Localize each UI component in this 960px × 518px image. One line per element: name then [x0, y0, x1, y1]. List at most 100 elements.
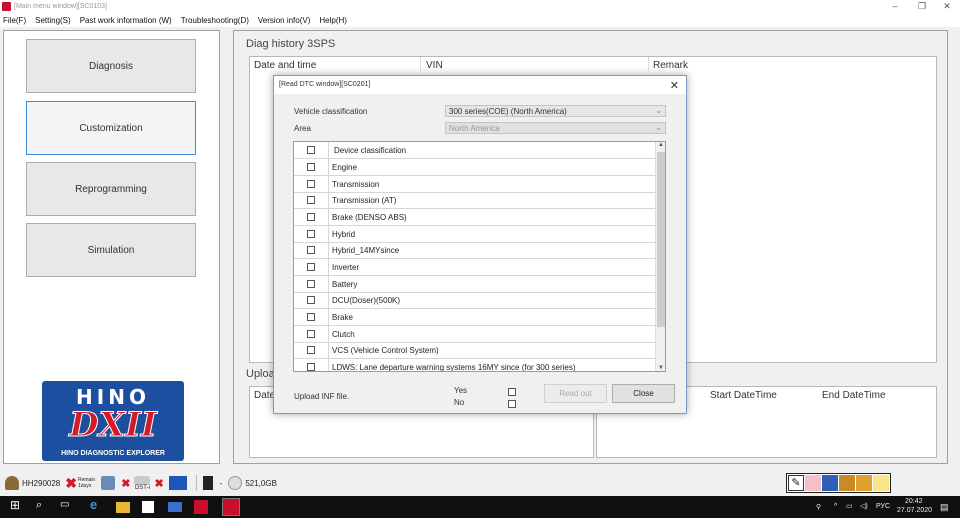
- sd-card-status: -: [219, 478, 223, 488]
- list-item[interactable]: Hybrid: [294, 226, 657, 243]
- menu-troubleshooting[interactable]: Troubleshooting(D): [181, 16, 249, 25]
- list-item[interactable]: Transmission: [294, 176, 657, 193]
- person-icon[interactable]: ⚲: [816, 503, 821, 511]
- device-checkbox[interactable]: [307, 346, 315, 354]
- eraser-tool-icon[interactable]: [805, 475, 821, 491]
- customization-button[interactable]: Customization: [26, 101, 196, 155]
- device-checkbox[interactable]: [307, 363, 315, 371]
- list-item[interactable]: Engine: [294, 159, 657, 176]
- pen-tool-icon[interactable]: ✎: [788, 475, 804, 491]
- yes-checkbox[interactable]: [508, 388, 516, 396]
- device-checkbox[interactable]: [307, 263, 315, 271]
- task-view-icon[interactable]: ▭: [60, 499, 76, 515]
- read-out-button[interactable]: Read out: [544, 384, 607, 403]
- vehicle-classification-select[interactable]: 300 series(COE) (North America) ⌄: [445, 105, 666, 117]
- tool-4-icon[interactable]: [839, 475, 855, 491]
- device-label: LDWS: Lane departure warning systems 16M…: [332, 363, 576, 372]
- minimize-button[interactable]: –: [880, 0, 910, 13]
- scroll-down-icon[interactable]: ▼: [656, 365, 665, 371]
- device-checkbox[interactable]: [307, 330, 315, 338]
- list-item[interactable]: Brake: [294, 309, 657, 326]
- device-checkbox[interactable]: [307, 163, 315, 171]
- device-checkbox[interactable]: [307, 313, 315, 321]
- history-title: Diag history 3SPS: [246, 38, 336, 50]
- notifications-icon[interactable]: ▤: [940, 502, 949, 513]
- windows-start-icon[interactable]: ⊞: [10, 498, 26, 514]
- menu-version-info[interactable]: Version info(V): [258, 16, 310, 25]
- edge-icon[interactable]: e: [90, 497, 106, 513]
- device-checkbox[interactable]: [307, 230, 315, 238]
- language-indicator[interactable]: РУС: [876, 503, 890, 510]
- list-item[interactable]: VCS (Vehicle Control System): [294, 342, 657, 359]
- list-item[interactable]: Clutch: [294, 326, 657, 343]
- list-item[interactable]: Inverter: [294, 259, 657, 276]
- list-item[interactable]: Brake (DENSO ABS): [294, 209, 657, 226]
- close-button[interactable]: Close: [612, 384, 675, 403]
- list-header-row: Device classification: [294, 142, 657, 159]
- yes-label: Yes: [454, 386, 468, 395]
- list-scrollbar[interactable]: ▲ ▼: [655, 142, 665, 371]
- device-label: Brake: [332, 313, 353, 322]
- col-end-datetime: End DateTime: [822, 390, 886, 401]
- close-window-button[interactable]: ✕: [932, 0, 960, 13]
- area-value: North America: [449, 124, 500, 133]
- upload-inf-label: Upload INF file.: [294, 392, 350, 401]
- scroll-up-icon[interactable]: ▲: [656, 142, 665, 148]
- mail-icon[interactable]: [168, 502, 182, 512]
- menu-bar: File(F) Setting(S) Past work information…: [0, 13, 960, 27]
- clock-time[interactable]: 20:42: [905, 498, 923, 505]
- area-select[interactable]: North America ⌄: [445, 122, 666, 134]
- store-icon[interactable]: [142, 501, 154, 513]
- clock-date[interactable]: 27.07.2020: [897, 507, 932, 514]
- chevron-down-icon: ⌄: [655, 123, 662, 132]
- tray-chevron-icon[interactable]: ^: [834, 503, 837, 510]
- device-checkbox[interactable]: [307, 180, 315, 188]
- col-upload-date: Date: [254, 390, 276, 401]
- device-label: Transmission: [332, 180, 380, 189]
- vehicle-classification-value: 300 series(COE) (North America): [449, 107, 567, 116]
- device-label: VCS (Vehicle Control System): [332, 346, 439, 355]
- search-icon[interactable]: ⌕: [36, 499, 52, 515]
- device-label: Inverter: [332, 263, 360, 272]
- volume-icon[interactable]: ◁): [860, 502, 868, 510]
- remain-x-icon: ✖: [65, 474, 77, 491]
- dialog-close-icon[interactable]: ✕: [670, 79, 679, 92]
- simulation-button[interactable]: Simulation: [26, 223, 196, 277]
- dx2-app-active-icon[interactable]: [222, 498, 240, 516]
- scrollbar-thumb[interactable]: [657, 152, 665, 327]
- menu-past-work[interactable]: Past work information (W): [80, 16, 172, 25]
- list-item[interactable]: Battery: [294, 276, 657, 293]
- reprogramming-button[interactable]: Reprogramming: [26, 162, 196, 216]
- list-item[interactable]: DCU(Doser)(500K): [294, 292, 657, 309]
- note-tool-icon[interactable]: [873, 475, 889, 491]
- logo-product: DXII: [69, 405, 158, 446]
- list-item[interactable]: LDWS: Lane departure warning systems 16M…: [294, 359, 657, 372]
- device-checkbox[interactable]: [307, 246, 315, 254]
- no-checkbox[interactable]: [508, 400, 516, 408]
- device-checkbox[interactable]: [307, 280, 315, 288]
- read-dtc-dialog: [Read DTC window][SC0201] ✕ Vehicle clas…: [273, 75, 687, 414]
- status-bar: HH290028 ✖ Remain 1days ✖ DST-i ✖ - 521,…: [0, 470, 960, 496]
- device-checkbox[interactable]: [307, 196, 315, 204]
- device-classification-list[interactable]: Device classification Engine Transmissio…: [293, 141, 666, 372]
- device-checkbox[interactable]: [307, 213, 315, 221]
- col-date-time: Date and time: [254, 60, 317, 71]
- save-tool-icon[interactable]: [822, 475, 838, 491]
- hino-dx2-logo: HINO DXII HINO DIAGNOSTIC EXPLORER: [42, 381, 184, 461]
- menu-file[interactable]: File(F): [3, 16, 26, 25]
- device-classification-header: Device classification: [334, 146, 407, 155]
- dst-label: DST-i: [134, 484, 150, 491]
- menu-help[interactable]: Help(H): [319, 16, 347, 25]
- device-checkbox[interactable]: [307, 296, 315, 304]
- disconnect-x-icon: ✖: [121, 477, 131, 490]
- tool-5-icon[interactable]: [856, 475, 872, 491]
- menu-setting[interactable]: Setting(S): [35, 16, 71, 25]
- list-item[interactable]: Hybrid_14MYsince: [294, 242, 657, 259]
- dx2-app-icon[interactable]: [194, 500, 208, 514]
- explorer-icon[interactable]: [116, 502, 130, 513]
- select-all-checkbox[interactable]: [307, 146, 315, 154]
- network-icon[interactable]: ▭: [846, 502, 853, 510]
- tool-palette: ✎: [786, 473, 891, 493]
- list-item[interactable]: Transmission (AT): [294, 192, 657, 209]
- diagnosis-button[interactable]: Diagnosis: [26, 39, 196, 93]
